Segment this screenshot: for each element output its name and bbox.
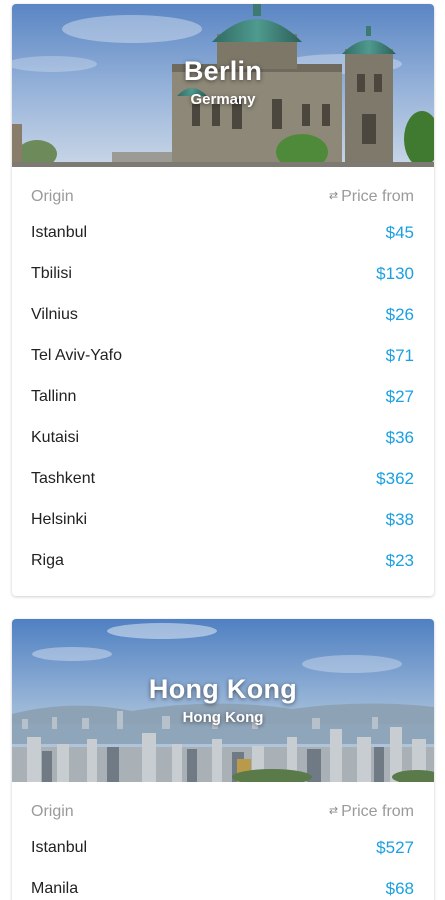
destination-city: Berlin — [183, 56, 263, 86]
price-value[interactable]: $71 — [386, 346, 414, 366]
price-list: Istanbul $45 Tbilisi $130 Vilnius $26 Tel A… — [12, 212, 434, 581]
price-value[interactable]: $26 — [386, 305, 414, 325]
price-row[interactable]: Tallinn $27 — [12, 376, 434, 417]
price-value[interactable]: $27 — [386, 387, 414, 407]
price-column-header: ⇄ Price from — [329, 188, 414, 206]
price-row[interactable]: Istanbul $527 — [12, 827, 434, 868]
price-row[interactable]: Tel Aviv-Yafo $71 — [12, 335, 434, 376]
origin-city: Istanbul — [31, 223, 88, 241]
origin-city: Helsinki — [31, 510, 88, 528]
destinations-page: Berlin Germany Origin ⇄ Price from Istanb… — [0, 0, 445, 900]
price-row[interactable]: Riga $23 — [12, 540, 434, 581]
price-row[interactable]: Kutaisi $36 — [12, 417, 434, 458]
price-value[interactable]: $45 — [386, 223, 414, 243]
origin-column-header: Origin — [31, 188, 74, 205]
price-column-label: Price from — [341, 188, 414, 205]
origin-city: Kutaisi — [31, 428, 80, 446]
price-value[interactable]: $68 — [386, 879, 414, 899]
swap-arrows-icon: ⇄ — [328, 805, 339, 817]
origin-city: Tbilisi — [31, 264, 72, 282]
origin-column-header: Origin — [31, 803, 74, 820]
origin-city: Tel Aviv-Yafo — [31, 346, 123, 364]
price-list: Istanbul $527 Manila $68 — [12, 827, 434, 900]
price-row[interactable]: Istanbul $45 — [12, 212, 434, 253]
destination-hero-image[interactable]: Hong Kong Hong Kong — [12, 619, 434, 782]
origin-city: Riga — [31, 551, 64, 569]
price-value[interactable]: $23 — [386, 551, 414, 571]
destination-country: Germany — [190, 91, 256, 108]
origin-city: Vilnius — [31, 305, 78, 323]
price-value[interactable]: $36 — [386, 428, 414, 448]
price-table-header: Origin ⇄ Price from — [12, 182, 434, 212]
price-row[interactable]: Tbilisi $130 — [12, 253, 434, 294]
origin-city: Istanbul — [31, 838, 88, 856]
origin-city: Manila — [31, 879, 79, 897]
price-value[interactable]: $362 — [376, 469, 414, 489]
destination-country: Hong Kong — [182, 709, 264, 726]
origin-city: Tashkent — [31, 469, 96, 487]
price-row[interactable]: Vilnius $26 — [12, 294, 434, 335]
price-column-label: Price from — [341, 803, 414, 820]
price-row[interactable]: Helsinki $38 — [12, 499, 434, 540]
price-table-header: Origin ⇄ Price from — [12, 797, 434, 827]
destination-card-berlin[interactable]: Berlin Germany Origin ⇄ Price from Istanb… — [12, 4, 434, 596]
price-value[interactable]: $527 — [376, 838, 414, 858]
price-row[interactable]: Manila $68 — [12, 868, 434, 900]
swap-arrows-icon: ⇄ — [328, 190, 339, 202]
price-row[interactable]: Tashkent $362 — [12, 458, 434, 499]
origin-city: Tallinn — [31, 387, 77, 405]
price-value[interactable]: $38 — [386, 510, 414, 530]
destination-card-hong-kong[interactable]: Hong Kong Hong Kong Origin ⇄ Price from I… — [12, 619, 434, 900]
price-value[interactable]: $130 — [376, 264, 414, 284]
price-column-header: ⇄ Price from — [329, 803, 414, 821]
destination-hero-image[interactable]: Berlin Germany — [12, 4, 434, 167]
destination-city: Hong Kong — [148, 674, 298, 704]
